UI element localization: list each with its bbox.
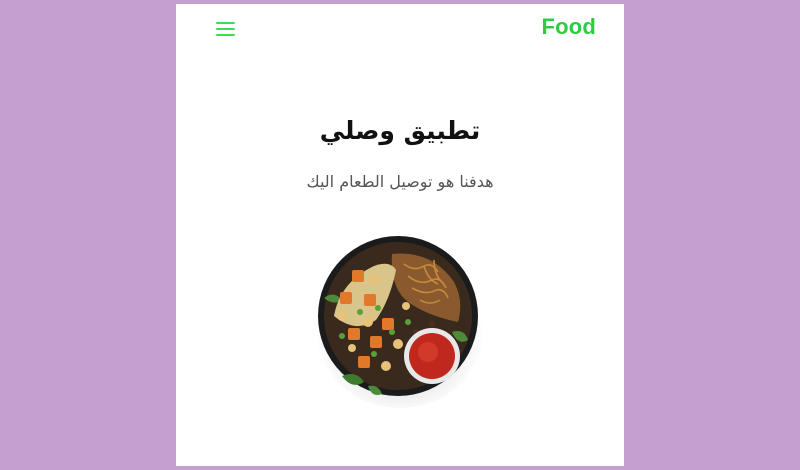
hamburger-menu-icon[interactable] [216, 21, 235, 36]
brand-logo[interactable]: Food [541, 14, 596, 40]
app-screen: Food تطبيق وصلي هدفنا هو توصيل الطعام ال… [176, 4, 624, 466]
food-bowl-image [316, 236, 484, 408]
top-navbar: Food [176, 4, 624, 52]
page-subtitle: هدفنا هو توصيل الطعام اليك [306, 172, 494, 191]
page-title: تطبيق وصلي [319, 116, 481, 145]
